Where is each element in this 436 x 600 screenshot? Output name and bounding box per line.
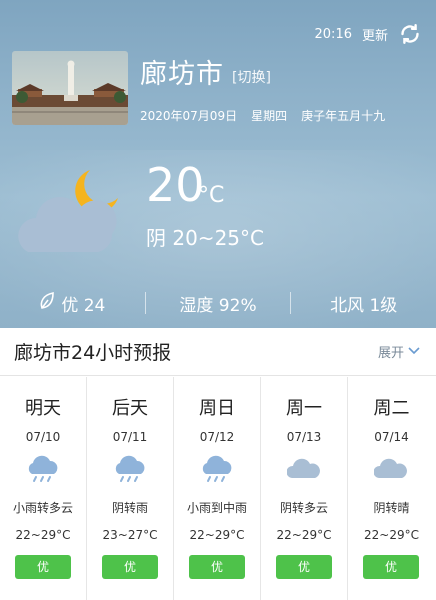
aqi-badge: 优 [189, 555, 245, 579]
forecast-day[interactable]: 明天 07/10 小雨转多云 22~29°C 优 [0, 377, 87, 600]
day-condition: 阴转雨 [111, 501, 148, 515]
humidity-stat: 湿度 92% [146, 291, 291, 316]
current-temperature: 20 [146, 158, 205, 212]
update-bar: 20:16 更新 [315, 22, 422, 46]
humidity-value: 湿度 92% [179, 295, 257, 316]
day-date: 07/13 [286, 430, 322, 444]
air-quality-stat[interactable]: 优 24 [0, 291, 145, 316]
wind-value: 北风 1级 [330, 295, 398, 316]
aqi-badge: 优 [363, 555, 419, 579]
cloud-icon [373, 454, 408, 484]
day-temperature-range: 22~29°C [276, 528, 332, 542]
expand-label: 展开 [377, 346, 404, 361]
day-date: 07/14 [374, 430, 409, 444]
day-temperature-range: 22~29°C [15, 528, 71, 542]
day-temperature-range: 22~29°C [189, 528, 245, 542]
aqi-badge: 优 [15, 555, 71, 579]
forecast-days: 明天 07/10 小雨转多云 22~29°C 优 后天 07/11 阴转雨 23… [0, 377, 436, 600]
stats-row: 优 24 湿度 92% 北风 1级 [0, 284, 436, 322]
temperature-unit: °C [198, 183, 225, 208]
day-name: 周日 [199, 398, 235, 419]
update-label[interactable]: 更新 [362, 25, 388, 44]
aqi-badge: 优 [102, 555, 158, 579]
switch-city-link[interactable]: [切换] [232, 67, 271, 87]
update-time: 20:16 [314, 26, 352, 42]
day-condition: 小雨转多云 [12, 501, 73, 515]
air-quality-value: 优 24 [61, 295, 106, 316]
forecast-header: 廊坊市24小时预报 展开 [0, 328, 436, 376]
day-name: 明天 [25, 398, 61, 419]
forecast-day[interactable]: 后天 07/11 阴转雨 23~27°C 优 [87, 377, 174, 600]
rain-cloud-icon [113, 454, 147, 484]
leaf-icon [39, 291, 55, 315]
rain-cloud-icon [200, 454, 234, 484]
refresh-icon[interactable] [398, 22, 422, 46]
lunar-date: 庚子年五月十九 [301, 109, 386, 123]
forecast-day[interactable]: 周一 07/13 阴转多云 22~29°C 优 [261, 377, 348, 600]
rain-cloud-icon [26, 454, 60, 484]
day-condition: 小雨到中雨 [186, 501, 247, 515]
day-condition: 阴转晴 [373, 501, 410, 515]
weather-hero-panel: 20:16 更新 廊坊市 [切换] 2020年07月09日 星期四 庚子年五月十… [0, 0, 436, 328]
forecast-day[interactable]: 周二 07/14 阴转晴 22~29°C 优 [348, 377, 435, 600]
day-condition: 阴转多云 [279, 501, 328, 515]
city-photo [12, 51, 128, 125]
weekday: 星期四 [251, 109, 288, 123]
day-name: 周二 [373, 398, 410, 419]
expand-button[interactable]: 展开 [378, 342, 420, 361]
day-date: 07/11 [112, 430, 148, 444]
day-date: 07/12 [199, 430, 235, 444]
day-name: 后天 [112, 398, 148, 419]
chevron-down-icon [408, 344, 420, 359]
cloudy-night-icon [14, 164, 126, 260]
day-temperature-range: 22~29°C [364, 528, 419, 542]
wind-stat: 北风 1级 [291, 291, 436, 316]
cloud-icon [286, 454, 321, 484]
date: 2020年07月09日 [140, 109, 238, 123]
date-row: 2020年07月09日 星期四 庚子年五月十九 [140, 107, 385, 124]
aqi-badge: 优 [276, 555, 332, 579]
forecast-day[interactable]: 周日 07/12 小雨到中雨 22~29°C 优 [174, 377, 261, 600]
day-name: 周一 [286, 398, 322, 419]
forecast-title: 廊坊市24小时预报 [14, 342, 172, 364]
current-condition-range: 阴 20~25°C [146, 226, 264, 250]
day-temperature-range: 23~27°C [102, 528, 158, 542]
day-date: 07/10 [25, 430, 61, 444]
city-name: 廊坊市 [140, 59, 224, 90]
